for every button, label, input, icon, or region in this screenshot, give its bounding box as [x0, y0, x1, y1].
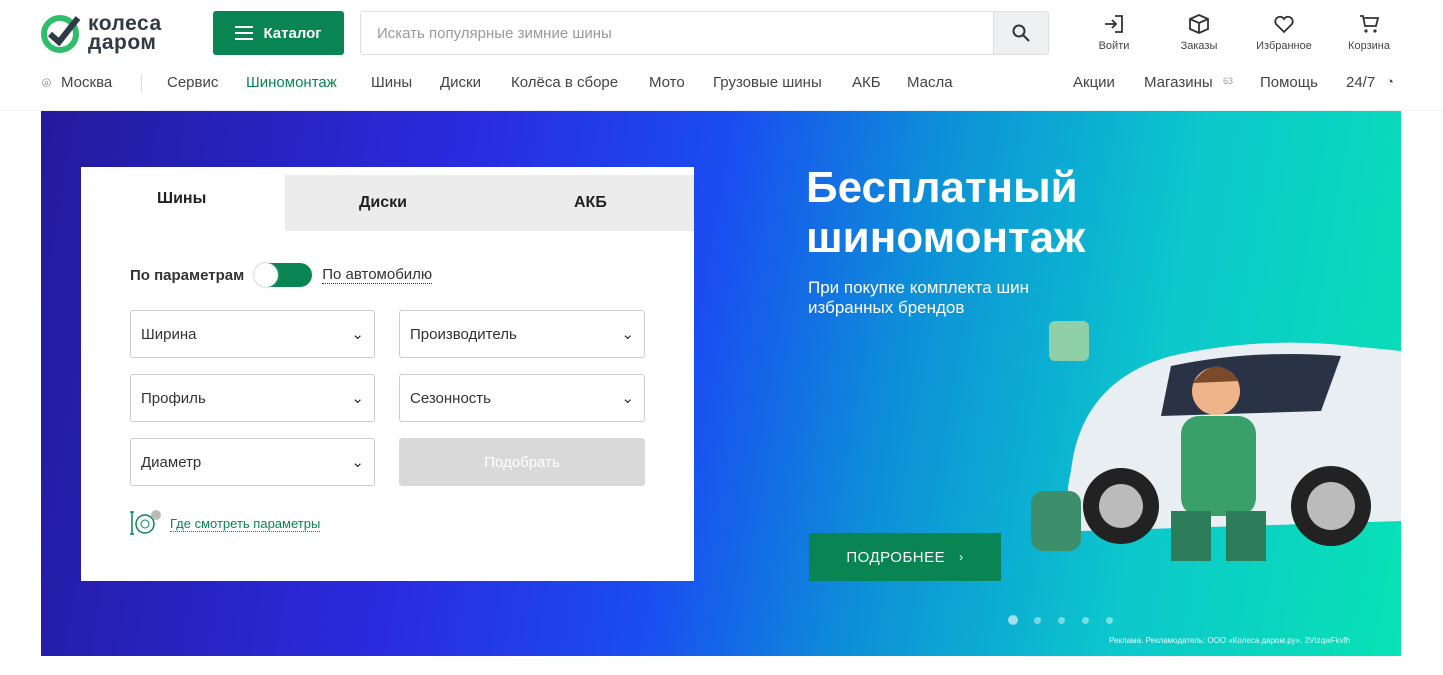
slide-dot-active[interactable]	[1008, 615, 1018, 625]
chevron-down-icon: ⌄	[351, 390, 364, 407]
cart-button[interactable]: Корзина	[1334, 14, 1404, 52]
cart-icon	[1360, 15, 1380, 33]
logo-line2: даром	[88, 31, 157, 54]
nav-truck-tires[interactable]: Грузовые шины	[713, 74, 822, 91]
nav-oils[interactable]: Масла	[907, 74, 953, 91]
mode-switch[interactable]	[254, 263, 313, 287]
mode-by-car[interactable]: По автомобилю	[322, 266, 433, 284]
profile-label: Профиль	[141, 389, 206, 407]
help-link-label: Где смотреть параметры	[170, 516, 321, 532]
login-icon	[1105, 15, 1123, 33]
nav-shops[interactable]: Магазины	[1144, 74, 1213, 91]
diameter-label: Диаметр	[141, 453, 202, 471]
nav-service[interactable]: Сервис	[167, 74, 218, 91]
slide-dot[interactable]	[1034, 617, 1041, 624]
catalog-label: Каталог	[263, 24, 322, 42]
search-button[interactable]	[993, 12, 1048, 54]
orders-button[interactable]: Заказы	[1164, 14, 1234, 52]
login-label: Войти	[1098, 40, 1130, 52]
chevron-right-icon: ›	[959, 550, 964, 564]
promo-illustration	[1031, 321, 1401, 561]
banner-subtitle-line2: избранных брендов	[808, 298, 965, 317]
diameter-select[interactable]: Диаметр ⌄	[130, 438, 375, 486]
cart-label: Корзина	[1348, 40, 1390, 52]
banner-title: Бесплатный шиномонтаж	[806, 163, 1085, 263]
orders-label: Заказы	[1180, 40, 1218, 52]
more-label: ПОДРОБНЕЕ	[846, 548, 946, 566]
banner-title-line1: Бесплатный	[806, 163, 1078, 212]
tab-disks[interactable]: Диски	[359, 194, 407, 212]
slide-dot[interactable]	[1082, 617, 1089, 624]
mode-by-params[interactable]: По параметрам	[130, 267, 244, 284]
chevron-down-icon: ⌄	[351, 326, 364, 343]
manufacturer-select[interactable]: Производитель ⌄	[399, 310, 645, 358]
search-bar	[360, 11, 1049, 55]
submit-button[interactable]: Подобрать	[399, 438, 645, 486]
slide-dot[interactable]	[1058, 617, 1065, 624]
nav-promotions[interactable]: Акции	[1073, 74, 1115, 91]
more-button[interactable]: ПОДРОБНЕЕ ›	[809, 533, 1001, 581]
banner-subtitle: При покупке комплекта шин избранных бренд…	[808, 278, 1029, 318]
width-label: Ширина	[141, 325, 197, 343]
ad-note: Реклама. Рекламодатель: ООО «Колеса даро…	[1109, 636, 1351, 645]
nav-divider	[141, 74, 142, 92]
nav-support[interactable]: 24/7	[1346, 74, 1375, 91]
nav-help[interactable]: Помощь	[1260, 74, 1318, 91]
tab-bar	[285, 175, 694, 231]
chevron-down-icon: ⌄	[351, 454, 364, 471]
nav-tire-fitting[interactable]: Шиномонтаж	[246, 74, 337, 91]
tire-help-icon	[130, 510, 161, 535]
nav-moto[interactable]: Мото	[649, 74, 685, 91]
slide-dot[interactable]	[1106, 617, 1113, 624]
help-link[interactable]: Где смотреть параметры	[130, 510, 321, 538]
search-mode-toggle: По параметрам По автомобилю	[130, 263, 433, 287]
tab-tires[interactable]: Шины	[157, 190, 206, 208]
login-button[interactable]: Войти	[1079, 14, 1149, 52]
logo-check-icon	[41, 15, 81, 53]
heart-icon	[1274, 15, 1294, 34]
chevron-down-icon: ⌄	[621, 326, 634, 343]
banner-subtitle-line1: При покупке комплекта шин	[808, 278, 1029, 297]
shops-count: 63	[1223, 76, 1234, 86]
favorites-label: Избранное	[1256, 40, 1312, 52]
banner-title-line2: шиномонтаж	[806, 213, 1086, 262]
tab-batteries[interactable]: АКБ	[574, 194, 607, 212]
search-input[interactable]	[361, 12, 993, 54]
width-select[interactable]: Ширина ⌄	[130, 310, 375, 358]
nav-wheels[interactable]: Колёса в сборе	[511, 74, 618, 91]
support-icon: ◔	[1386, 74, 1394, 89]
box-icon	[1189, 14, 1209, 34]
manufacturer-label: Производитель	[410, 325, 517, 343]
favorites-button[interactable]: Избранное	[1249, 14, 1319, 52]
catalog-button[interactable]: Каталог	[213, 11, 344, 55]
profile-select[interactable]: Профиль ⌄	[130, 374, 375, 422]
season-select[interactable]: Сезонность ⌄	[399, 374, 645, 422]
nav-tires[interactable]: Шины	[371, 74, 412, 91]
city-label: Москва	[61, 74, 113, 91]
location-icon: ⌾	[42, 75, 52, 92]
nav-disks[interactable]: Диски	[440, 74, 481, 91]
season-label: Сезонность	[410, 389, 491, 407]
menu-icon	[235, 26, 254, 40]
nav-batteries[interactable]: АКБ	[852, 74, 881, 91]
search-icon	[1012, 24, 1030, 42]
chevron-down-icon: ⌄	[621, 390, 634, 407]
logo[interactable]: колеса даром	[40, 12, 162, 54]
